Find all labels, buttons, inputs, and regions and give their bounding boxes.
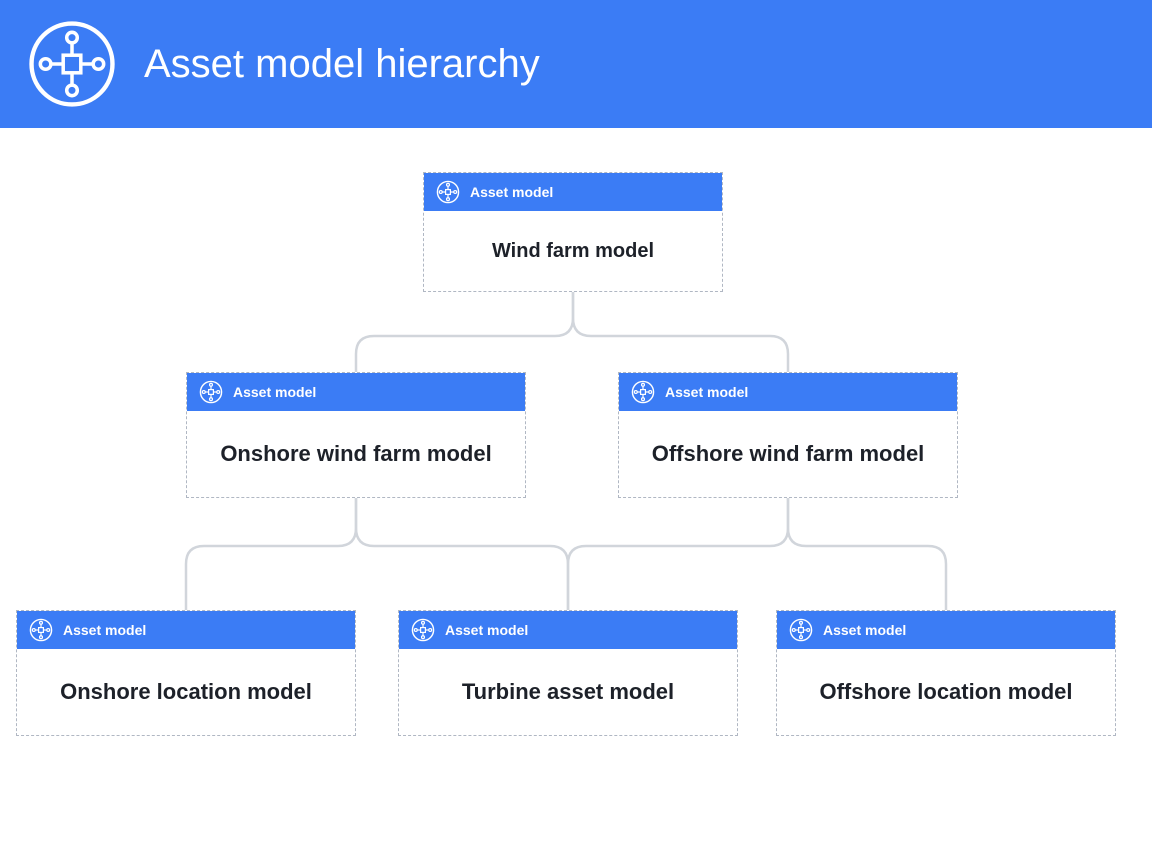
page-title: Asset model hierarchy: [144, 42, 540, 87]
node-onshore-wind-farm-model: Asset model Onshore wind farm model: [186, 372, 526, 498]
node-name: Onshore wind farm model: [187, 411, 525, 497]
asset-model-icon: [789, 618, 813, 642]
node-name: Turbine asset model: [399, 649, 737, 735]
asset-model-icon: [411, 618, 435, 642]
node-name: Offshore wind farm model: [619, 411, 957, 497]
asset-model-icon: [28, 20, 116, 108]
node-type-label: Asset model: [665, 384, 748, 400]
node-turbine-asset-model: Asset model Turbine asset model: [398, 610, 738, 736]
node-type-label: Asset model: [63, 622, 146, 638]
node-type-label: Asset model: [233, 384, 316, 400]
asset-model-icon: [436, 180, 460, 204]
asset-model-icon: [199, 380, 223, 404]
node-offshore-wind-farm-model: Asset model Offshore wind farm model: [618, 372, 958, 498]
node-name: Offshore location model: [777, 649, 1115, 735]
asset-model-icon: [29, 618, 53, 642]
diagram-canvas: Asset model Wind farm model Asset model …: [0, 128, 1152, 856]
node-name: Onshore location model: [17, 649, 355, 735]
node-header: Asset model: [424, 173, 722, 211]
node-offshore-location-model: Asset model Offshore location model: [776, 610, 1116, 736]
node-name: Wind farm model: [424, 211, 722, 291]
page-header: Asset model hierarchy: [0, 0, 1152, 128]
node-header: Asset model: [619, 373, 957, 411]
node-onshore-location-model: Asset model Onshore location model: [16, 610, 356, 736]
node-type-label: Asset model: [823, 622, 906, 638]
node-header: Asset model: [187, 373, 525, 411]
node-header: Asset model: [399, 611, 737, 649]
node-header: Asset model: [777, 611, 1115, 649]
node-header: Asset model: [17, 611, 355, 649]
node-wind-farm-model: Asset model Wind farm model: [423, 172, 723, 292]
node-type-label: Asset model: [445, 622, 528, 638]
node-type-label: Asset model: [470, 184, 553, 200]
asset-model-icon: [631, 380, 655, 404]
